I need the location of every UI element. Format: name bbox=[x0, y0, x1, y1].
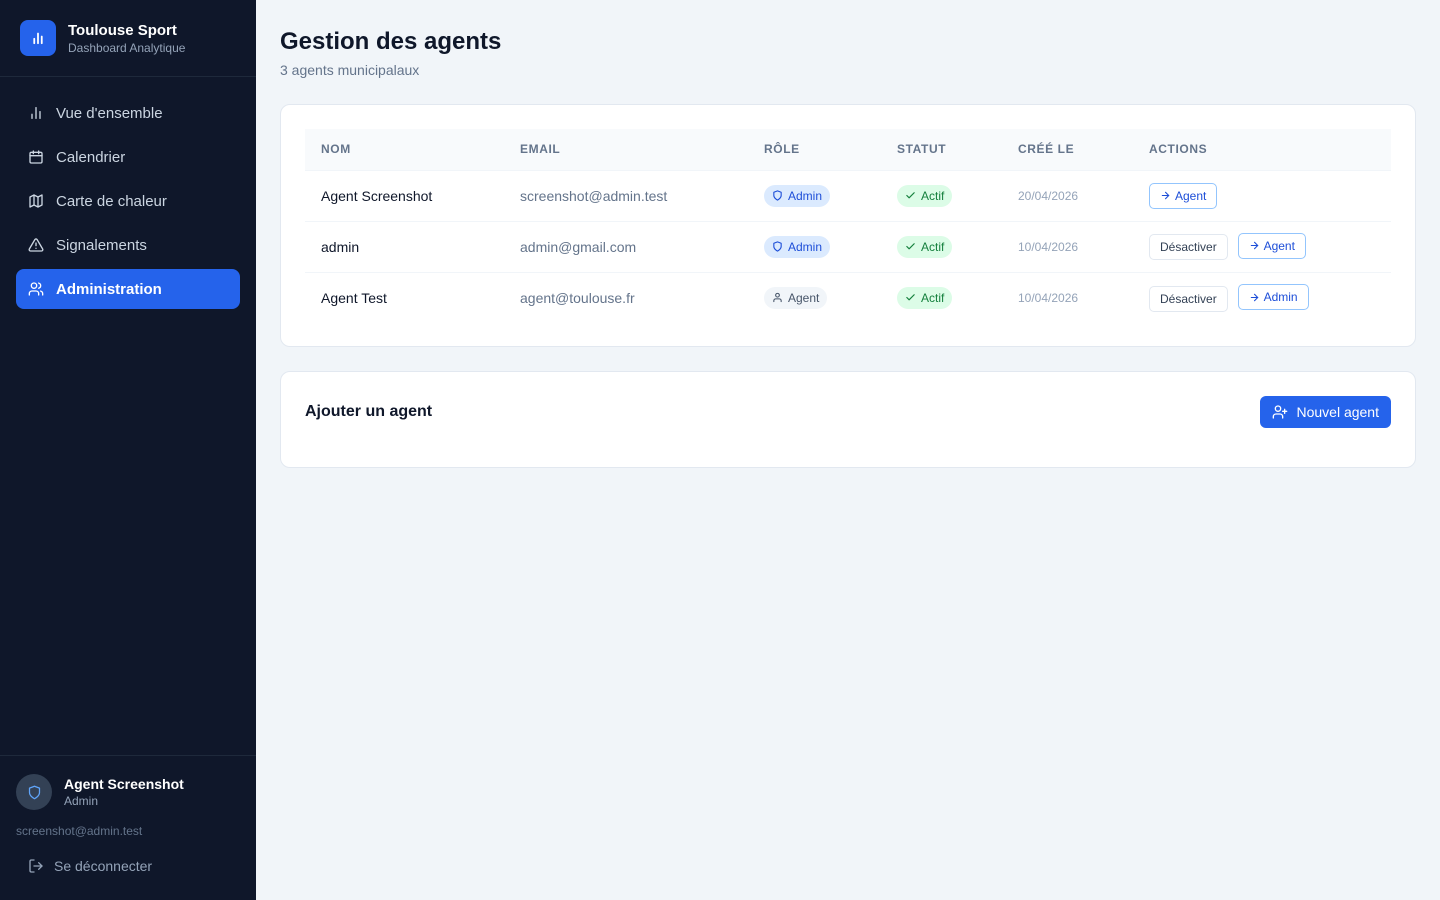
agent-email: agent@toulouse.fr bbox=[520, 289, 635, 306]
main-content: Gestion des agents 3 agents municipalaux… bbox=[280, 0, 1416, 468]
brand-subtitle: Dashboard Analytique bbox=[68, 41, 186, 55]
column-header-status: STATUT bbox=[897, 142, 947, 157]
bar-chart-logo-icon bbox=[20, 20, 56, 56]
user-plus-icon bbox=[1273, 405, 1288, 419]
arrow-right-icon bbox=[1250, 241, 1258, 250]
table-header-row: NOM EMAIL RÔLE STATUT CRÉÉ LE ACTIONS bbox=[305, 129, 1391, 170]
agent-name: Agent Test bbox=[321, 289, 387, 306]
page-subtitle: 3 agents municipalaux bbox=[280, 62, 420, 78]
sidebar-item-administration[interactable]: Administration bbox=[16, 269, 240, 309]
deactivate-button[interactable]: Désactiver bbox=[1149, 285, 1228, 312]
set-role-agent-button[interactable]: Agent bbox=[1149, 182, 1218, 209]
sidebar-nav: Vue d'ensemble Calendrier Carte de chale… bbox=[0, 77, 256, 325]
sidebar-item-label: Carte de chaleur bbox=[56, 192, 167, 210]
button-label: Agent bbox=[1263, 238, 1295, 253]
status-badge: Actif bbox=[897, 184, 953, 207]
status-badge-label: Actif bbox=[921, 290, 945, 305]
set-role-admin-button[interactable]: Admin bbox=[1237, 284, 1309, 310]
check-icon bbox=[906, 294, 915, 301]
sidebar-item-label: Vue d'ensemble bbox=[56, 104, 163, 122]
agent-name: Agent Screenshot bbox=[321, 187, 433, 204]
agent-email: admin@gmail.com bbox=[520, 238, 637, 255]
bar-chart-icon bbox=[31, 107, 41, 119]
table-row: Agent Screenshot screenshot@admin.test A… bbox=[305, 170, 1391, 221]
check-icon bbox=[906, 243, 915, 250]
agents-table: NOM EMAIL RÔLE STATUT CRÉÉ LE ACTIONS Ag… bbox=[305, 129, 1391, 323]
logout-button[interactable]: Se déconnecter bbox=[16, 858, 240, 874]
created-date: 10/04/2026 bbox=[1018, 239, 1079, 254]
role-badge-label: Agent bbox=[788, 290, 820, 305]
role-badge-label: Admin bbox=[788, 239, 823, 254]
brand: Toulouse Sport Dashboard Analytique bbox=[0, 0, 256, 77]
button-label: Désactiver bbox=[1160, 240, 1217, 255]
column-header-email: EMAIL bbox=[520, 142, 561, 157]
sidebar-item-reports[interactable]: Signalements bbox=[16, 225, 240, 265]
button-label: Désactiver bbox=[1160, 291, 1217, 306]
user-role: Admin bbox=[64, 793, 99, 808]
shield-icon bbox=[773, 241, 782, 252]
sidebar-item-overview[interactable]: Vue d'ensemble bbox=[16, 93, 240, 133]
shield-icon bbox=[773, 190, 782, 201]
deactivate-button[interactable]: Désactiver bbox=[1149, 234, 1228, 261]
created-date: 10/04/2026 bbox=[1018, 290, 1079, 305]
map-icon bbox=[29, 194, 43, 208]
agent-email: screenshot@admin.test bbox=[520, 187, 668, 204]
shield-icon bbox=[28, 785, 40, 799]
arrow-right-icon bbox=[1250, 293, 1258, 301]
avatar bbox=[16, 774, 52, 810]
button-label: Agent bbox=[1175, 188, 1207, 203]
sidebar-item-calendar[interactable]: Calendrier bbox=[16, 137, 240, 177]
status-badge: Actif bbox=[897, 286, 953, 309]
table-row: admin admin@gmail.com Admin Actif 10/04/… bbox=[305, 221, 1391, 272]
add-agent-card: Ajouter un agent Nouvel agent bbox=[280, 371, 1416, 468]
column-header-name: NOM bbox=[321, 142, 351, 157]
column-header-created: CRÉÉ LE bbox=[1018, 142, 1075, 157]
page-title: Gestion des agents bbox=[280, 28, 502, 55]
button-label: Admin bbox=[1263, 290, 1298, 304]
column-header-actions: ACTIONS bbox=[1149, 142, 1208, 157]
new-agent-button[interactable]: Nouvel agent bbox=[1260, 396, 1391, 428]
column-header-role: RÔLE bbox=[764, 142, 800, 157]
status-badge: Actif bbox=[897, 235, 953, 258]
user-icon bbox=[773, 293, 782, 303]
sidebar-item-label: Signalements bbox=[56, 236, 147, 254]
status-badge-label: Actif bbox=[921, 239, 945, 254]
sidebar-item-label: Administration bbox=[56, 280, 162, 298]
alert-triangle-icon bbox=[28, 238, 44, 252]
brand-title: Toulouse Sport bbox=[68, 22, 177, 39]
new-agent-label: Nouvel agent bbox=[1296, 404, 1379, 420]
sidebar-item-heatmap[interactable]: Carte de chaleur bbox=[16, 181, 240, 221]
table-row: Agent Test agent@toulouse.fr Agent Actif… bbox=[305, 272, 1391, 323]
logout-label: Se déconnecter bbox=[54, 858, 153, 874]
agent-name: admin bbox=[321, 238, 360, 255]
user-panel: Agent Screenshot Admin screenshot@admin.… bbox=[0, 755, 256, 900]
add-agent-title: Ajouter un agent bbox=[305, 403, 433, 420]
calendar-icon bbox=[29, 150, 43, 164]
sidebar: Toulouse Sport Dashboard Analytique Vue … bbox=[0, 0, 256, 900]
role-badge: Agent bbox=[764, 286, 828, 309]
set-role-agent-button[interactable]: Agent bbox=[1237, 232, 1306, 259]
status-badge-label: Actif bbox=[921, 188, 945, 203]
user-email: screenshot@admin.test bbox=[16, 824, 143, 838]
role-badge: Admin bbox=[764, 235, 831, 258]
logout-icon bbox=[29, 859, 43, 873]
created-date: 20/04/2026 bbox=[1018, 188, 1079, 203]
role-badge: Admin bbox=[764, 184, 831, 207]
users-icon bbox=[28, 282, 44, 296]
role-badge-label: Admin bbox=[788, 188, 823, 203]
agents-table-card: NOM EMAIL RÔLE STATUT CRÉÉ LE ACTIONS Ag… bbox=[280, 104, 1416, 347]
sidebar-item-label: Calendrier bbox=[56, 148, 126, 166]
check-icon bbox=[906, 192, 915, 199]
arrow-right-icon bbox=[1161, 191, 1170, 200]
user-name: Agent Screenshot bbox=[64, 775, 184, 792]
